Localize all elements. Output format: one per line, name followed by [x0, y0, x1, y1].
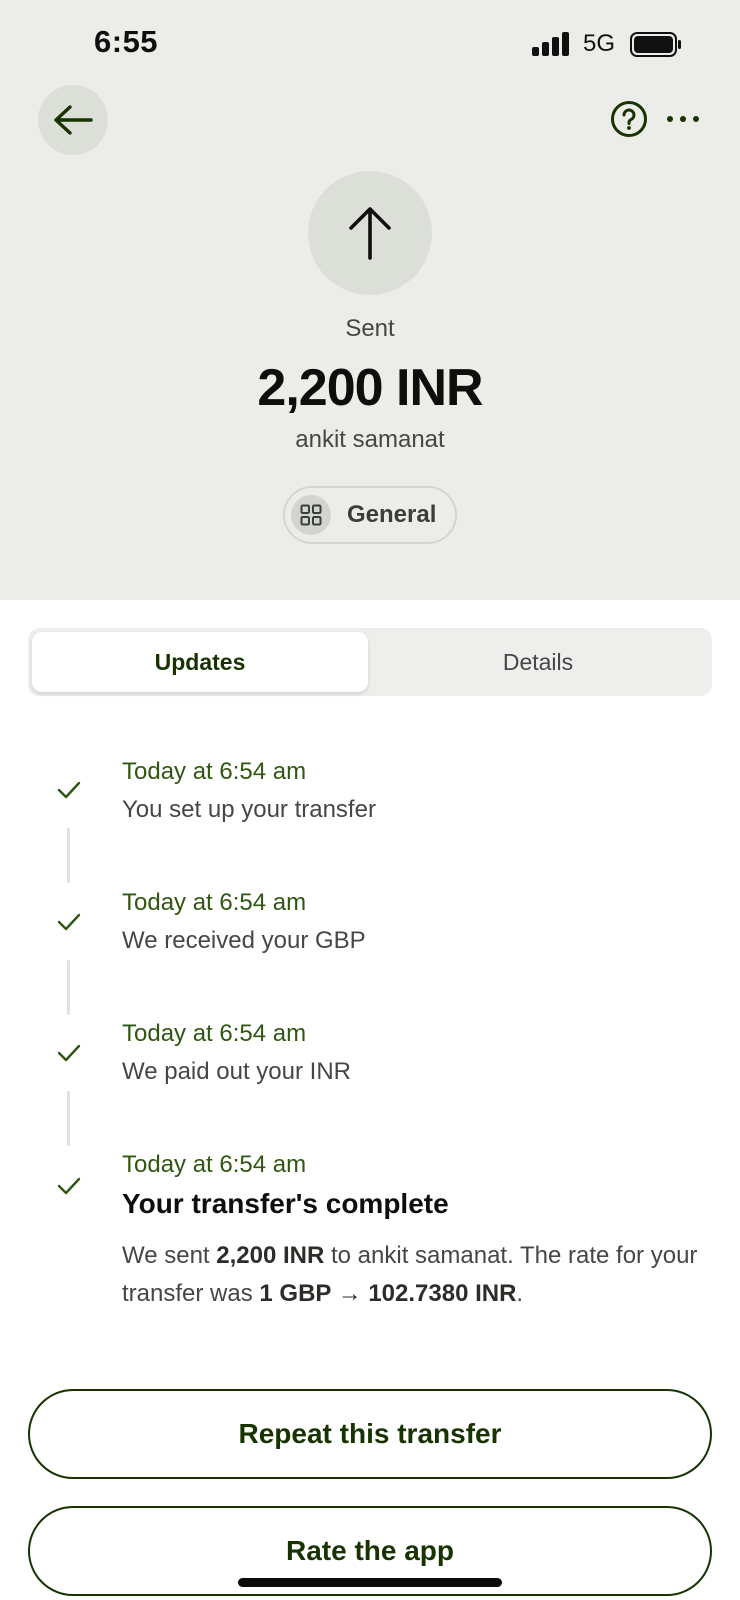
cellular-signal-icon — [532, 32, 572, 56]
recipient-name: ankit samanat — [295, 426, 445, 453]
timeline-time: Today at 6:54 am — [122, 1151, 307, 1178]
check-icon — [57, 1044, 81, 1062]
completion-description: We sent 2,200 INR to ankit samanat. The … — [122, 1242, 698, 1307]
timeline-text: You set up your transfer — [122, 796, 376, 823]
timeline-text: We received your GBP — [122, 927, 366, 954]
timeline-time: Today at 6:54 am — [122, 1020, 307, 1047]
network-label: 5G — [583, 30, 616, 57]
segmented-tabs: Updates Details — [28, 628, 712, 696]
tab-details[interactable]: Details — [368, 632, 708, 692]
check-icon — [57, 913, 81, 931]
battery-icon — [630, 32, 681, 57]
question-circle-icon[interactable] — [610, 100, 648, 138]
transfer-direction-badge — [308, 171, 432, 295]
grid-icon — [291, 495, 331, 535]
timeline-time: Today at 6:54 am — [122, 889, 307, 916]
timeline-connector — [67, 1091, 70, 1146]
repeat-transfer-button[interactable]: Repeat this transfer — [28, 1389, 712, 1479]
check-icon — [57, 781, 81, 799]
tab-updates[interactable]: Updates — [32, 632, 368, 692]
timeline-time: Today at 6:54 am — [122, 758, 307, 785]
arrow-left-icon — [54, 105, 93, 135]
timeline-text: We paid out your INR — [122, 1058, 351, 1085]
back-button[interactable] — [38, 85, 108, 155]
arrow-up-icon — [349, 207, 391, 260]
exchange-rate: 1 GBP → 102.7380 INR — [259, 1280, 517, 1307]
home-indicator — [238, 1578, 502, 1587]
timeline-connector — [67, 960, 70, 1015]
category-chip[interactable]: General — [283, 486, 457, 544]
category-label: General — [347, 501, 437, 528]
transfer-status: Sent — [345, 315, 395, 342]
completion-title: Your transfer's complete — [122, 1188, 449, 1219]
status-time: 6:55 — [94, 24, 159, 59]
more-horizontal-icon[interactable] — [665, 106, 701, 132]
timeline-connector — [67, 828, 70, 883]
transfer-amount: 2,200 INR — [257, 359, 483, 417]
sent-amount: 2,200 INR — [216, 1242, 325, 1269]
check-icon — [57, 1177, 81, 1195]
